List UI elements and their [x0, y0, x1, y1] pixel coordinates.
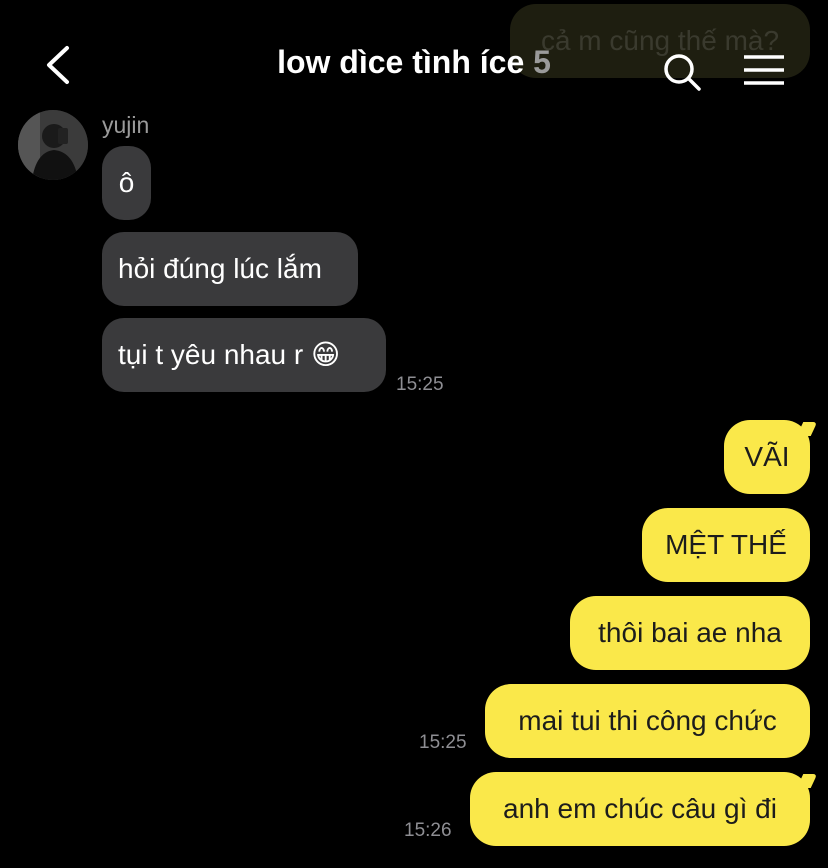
- group-name: low dìce tình íce: [277, 44, 525, 80]
- bubble-tail: [796, 774, 818, 788]
- message-text: mai tui thi công chức: [518, 705, 777, 736]
- profile-photo-icon: [18, 110, 88, 180]
- outgoing-message-1[interactable]: VÃI: [724, 420, 810, 494]
- member-count: 5: [533, 44, 551, 80]
- avatar[interactable]: [18, 110, 88, 180]
- message-timestamp: 15:25: [396, 374, 444, 395]
- message-timestamp: 15:26: [404, 820, 452, 841]
- message-text: VÃI: [744, 441, 790, 472]
- message-text: ô: [118, 167, 135, 198]
- search-icon: [664, 54, 701, 91]
- message-timestamp: 15:25: [419, 732, 467, 753]
- incoming-message-3[interactable]: tụi t yêu nhau r 😁: [102, 318, 386, 392]
- message-text: hỏi đúng lúc lắm: [118, 253, 322, 284]
- incoming-message-2[interactable]: hỏi đúng lúc lắm: [102, 232, 358, 306]
- menu-button[interactable]: [742, 54, 786, 88]
- outgoing-message-3[interactable]: thôi bai ae nha: [570, 596, 810, 670]
- chat-title: low dìce tình íce 5: [0, 44, 828, 81]
- incoming-message-1[interactable]: ô: [102, 146, 151, 220]
- outgoing-message-4[interactable]: mai tui thi công chức: [485, 684, 810, 758]
- message-text: anh em chúc câu gì đi: [503, 793, 777, 824]
- outgoing-message-5[interactable]: anh em chúc câu gì đi: [470, 772, 810, 846]
- message-text: MỆT THẾ: [665, 529, 787, 560]
- sender-name: yujin: [102, 112, 150, 138]
- hamburger-menu-icon: [744, 55, 784, 85]
- message-text: tụi t yêu nhau r 😁: [118, 339, 341, 370]
- message-text: thôi bai ae nha: [598, 617, 782, 648]
- bubble-tail: [796, 422, 818, 436]
- outgoing-message-2[interactable]: MỆT THẾ: [642, 508, 810, 582]
- search-button[interactable]: [662, 52, 702, 92]
